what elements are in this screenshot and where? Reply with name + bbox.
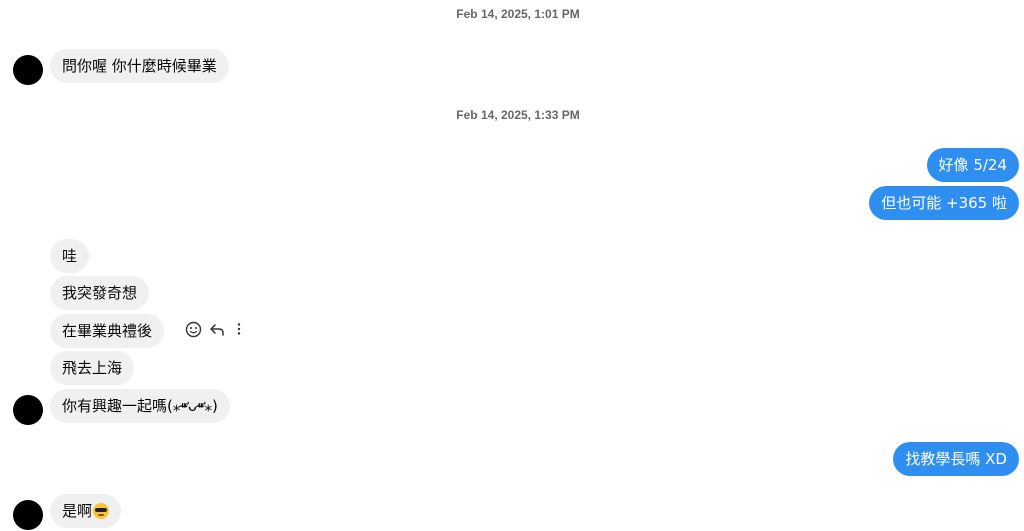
avatar[interactable] [13, 395, 43, 425]
message-text: 問你喔 你什麼時候畢業 [62, 56, 217, 75]
more-options-icon[interactable] [233, 320, 245, 338]
message-bubble[interactable]: 我突發奇想 [50, 276, 150, 310]
react-smiley-icon[interactable] [184, 320, 202, 338]
message-bubble[interactable]: 問你喔 你什麼時候畢業 [50, 49, 229, 83]
timestamp-divider: Feb 14, 2025, 1:33 PM [456, 108, 580, 122]
message-text: 是啊 [62, 501, 93, 520]
message-bubble[interactable]: 但也可能 +365 啦 [869, 186, 1019, 220]
reply-icon[interactable] [208, 320, 226, 338]
message-bubble[interactable]: 好像 5/24 [926, 148, 1019, 182]
message-text: 你有興趣一起嗎(⁎⁍̴̛ᴗ⁍̴̛⁎) [62, 396, 218, 415]
message-bubble[interactable]: 哇 [50, 239, 90, 273]
avatar[interactable] [13, 500, 43, 530]
timestamp-divider: Feb 14, 2025, 1:01 PM [456, 7, 580, 21]
message-bubble[interactable]: 是啊 [50, 494, 122, 528]
avatar[interactable] [13, 55, 43, 85]
message-bubble[interactable]: 你有興趣一起嗎(⁎⁍̴̛ᴗ⁍̴̛⁎) [50, 389, 230, 423]
message-bubble[interactable]: 飛去上海 [50, 351, 135, 385]
message-bubble[interactable]: 在畢業典禮後 [50, 314, 165, 348]
sunglasses-emoji-icon [93, 503, 110, 519]
message-text: 哇 [62, 246, 78, 265]
message-text: 但也可能 +365 啦 [881, 193, 1007, 212]
message-text: 我突發奇想 [62, 283, 138, 302]
message-text: 在畢業典禮後 [62, 321, 153, 340]
message-bubble[interactable]: 找教學長嗎 XD [893, 442, 1019, 476]
message-text: 飛去上海 [62, 358, 123, 377]
message-text: 好像 5/24 [938, 155, 1007, 174]
message-text: 找教學長嗎 XD [905, 449, 1007, 468]
